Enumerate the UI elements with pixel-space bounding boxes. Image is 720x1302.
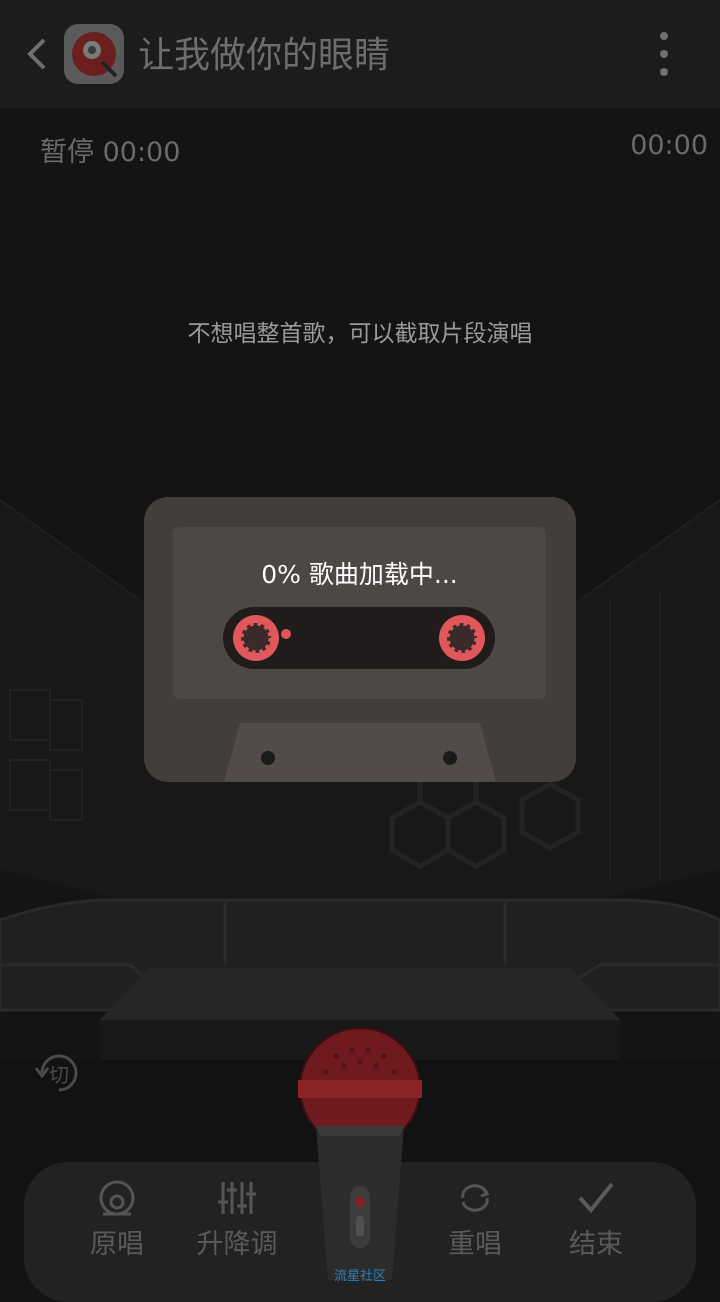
watermark-label: 流星社区 [333, 1269, 386, 1284]
resing-label: 重唱 [448, 1229, 502, 1260]
segment-hint[interactable]: 不想唱整首歌，可以截取片段演唱 [0, 314, 720, 348]
top-bar: 让我做你的眼睛 [0, 0, 720, 109]
original-vocal-button[interactable]: 原唱 [62, 1176, 172, 1276]
pitch-button[interactable]: 升降调 [182, 1176, 292, 1276]
replay-icon [461, 1184, 490, 1212]
finish-label: 结束 [569, 1229, 623, 1260]
pitch-label: 升降调 [196, 1229, 278, 1260]
resing-button[interactable]: 重唱 [420, 1176, 530, 1276]
song-title: 让我做你的眼睛 [138, 35, 391, 76]
switch-segment-button[interactable]: 切 [32, 1046, 86, 1100]
finish-button[interactable]: 结束 [541, 1176, 651, 1276]
chevron-left-icon[interactable] [18, 30, 58, 78]
tape-reel-icon [439, 615, 485, 661]
tape-dot-icon [281, 629, 291, 639]
cassette-bottom [224, 723, 496, 782]
microphone-record-button[interactable] [296, 1026, 424, 1280]
pitch-sliders-icon [218, 1182, 256, 1214]
tape-window [223, 607, 495, 669]
original-vocal-label: 原唱 [90, 1229, 144, 1260]
check-icon [578, 1182, 614, 1214]
app-logo-icon [64, 24, 124, 84]
switch-label: 切 [49, 1063, 69, 1087]
original-vocal-icon [99, 1180, 135, 1216]
loading-dialog: 0% 歌曲加载中... [144, 497, 576, 782]
loading-text: 0% 歌曲加载中... [261, 560, 458, 589]
more-vertical-icon[interactable] [648, 28, 680, 80]
tape-reel-icon [233, 615, 279, 661]
cassette-label: 0% 歌曲加载中... [173, 527, 546, 699]
pause-status: 暂停 00:00 [40, 137, 181, 168]
total-time: 00:00 [630, 130, 708, 161]
